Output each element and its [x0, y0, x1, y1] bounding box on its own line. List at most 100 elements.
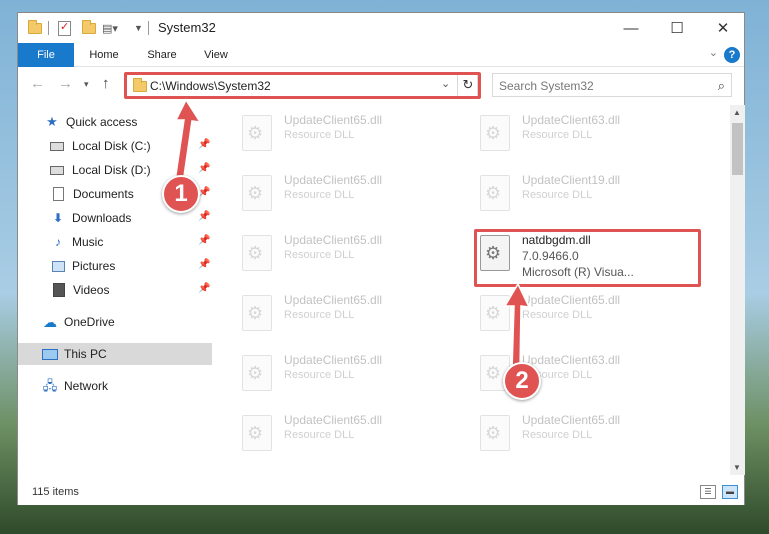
file-name: UpdateClient19.dll: [522, 173, 621, 187]
pin-icon[interactable]: 📌: [198, 259, 210, 270]
up-arrow-icon[interactable]: ↑: [102, 75, 110, 92]
tab-home[interactable]: Home: [80, 43, 128, 67]
dll-file-icon: [480, 415, 510, 451]
nav-this-pc[interactable]: This PC: [18, 343, 212, 365]
ribbon-tabs: File Home Share View ⌄ ?: [18, 43, 744, 67]
videos-icon: [53, 283, 65, 297]
close-button[interactable]: ✕: [700, 13, 746, 43]
dll-file-icon: [242, 115, 272, 151]
file-name: UpdateClient63.dll: [522, 353, 621, 367]
separator: [48, 19, 49, 37]
status-bar: 115 items ☰ ▬: [18, 481, 744, 505]
file-name: UpdateClient65.dll: [284, 413, 383, 427]
nav-item-local-disk-c[interactable]: Local Disk (C:): [50, 135, 212, 157]
recent-locations-icon[interactable]: ▾: [84, 79, 89, 90]
nav-label: Documents: [73, 187, 134, 201]
pin-icon[interactable]: 📌: [198, 211, 210, 222]
drive-icon: [50, 141, 64, 151]
file-name: UpdateClient65.dll: [522, 293, 621, 307]
pin-icon[interactable]: 📌: [198, 163, 210, 174]
file-explorer-window: ▤▾ ▼ System32 — ☐ ✕ File Home Share View…: [17, 12, 745, 505]
nav-label: Pictures: [72, 259, 116, 273]
file-item[interactable]: UpdateClient65.dll Resource DLL: [476, 289, 706, 339]
file-item[interactable]: UpdateClient65.dll Resource DLL: [238, 109, 468, 159]
scrollbar-thumb[interactable]: [732, 123, 743, 175]
nav-item-music[interactable]: ♪ Music: [50, 231, 212, 253]
file-type: Resource DLL: [284, 189, 355, 201]
star-icon: ★: [46, 114, 58, 129]
help-icon[interactable]: ?: [724, 47, 740, 63]
pin-icon[interactable]: 📌: [198, 283, 210, 294]
item-count: 115 items: [32, 486, 79, 498]
network-icon: 🖧: [42, 378, 58, 393]
back-arrow-icon[interactable]: ←: [30, 75, 45, 92]
nav-onedrive[interactable]: ☁ OneDrive: [42, 311, 212, 333]
nav-label: Local Disk (C:): [72, 139, 151, 153]
nav-label: Downloads: [72, 211, 132, 225]
pin-icon[interactable]: 📌: [198, 139, 210, 150]
nav-label: Music: [72, 235, 104, 249]
file-name: UpdateClient65.dll: [284, 293, 383, 307]
tab-file[interactable]: File: [18, 43, 74, 67]
details-view-icon[interactable]: ☰: [700, 485, 716, 499]
tab-view[interactable]: View: [194, 43, 238, 67]
search-icon[interactable]: ⌕: [718, 78, 725, 94]
nav-item-videos[interactable]: Videos: [50, 279, 212, 301]
toolbar-dropdown-icon[interactable]: ▼: [134, 19, 143, 37]
file-item[interactable]: UpdateClient65.dll Resource DLL: [238, 289, 468, 339]
new-folder-icon[interactable]: [82, 19, 96, 37]
documents-icon: [53, 187, 64, 201]
callout-badge-2: 2: [503, 362, 541, 400]
file-type: Resource DLL: [522, 309, 593, 321]
vertical-scrollbar[interactable]: ▲ ▼: [730, 105, 745, 475]
file-list: UpdateClient65.dll Resource DLL UpdateCl…: [214, 105, 730, 475]
file-type: Resource DLL: [522, 129, 593, 141]
dll-file-icon: [242, 295, 272, 331]
search-placeholder: Search System32: [499, 79, 594, 93]
file-item[interactable]: UpdateClient65.dll Resource DLL: [238, 229, 468, 279]
nav-item-pictures[interactable]: Pictures: [50, 255, 212, 277]
downloads-icon: ⬇: [52, 211, 64, 225]
nav-label: This PC: [64, 347, 107, 361]
forward-arrow-icon[interactable]: →: [58, 75, 73, 92]
nav-network[interactable]: 🖧 Network: [42, 375, 212, 397]
expand-ribbon-icon[interactable]: ⌄: [709, 46, 718, 59]
file-name: UpdateClient65.dll: [522, 413, 621, 427]
file-item[interactable]: UpdateClient19.dll Resource DLL: [476, 169, 706, 219]
computer-icon: [42, 348, 58, 360]
cloud-icon: ☁: [43, 314, 57, 330]
file-item[interactable]: UpdateClient65.dll Resource DLL: [476, 409, 706, 459]
minimize-button[interactable]: —: [608, 13, 654, 43]
dll-file-icon: [242, 235, 272, 271]
nav-label: Network: [64, 379, 109, 393]
file-type: Resource DLL: [522, 429, 593, 441]
dll-file-icon: [480, 115, 510, 151]
customize-toolbar-icon[interactable]: ▤▾: [102, 19, 118, 37]
navigation-pane: ★ Quick access Local Disk (C:) 📌 Local D…: [18, 105, 212, 475]
search-input[interactable]: Search System32 ⌕: [492, 73, 732, 97]
file-item[interactable]: UpdateClient65.dll Resource DLL: [238, 349, 468, 399]
scroll-down-icon[interactable]: ▼: [733, 463, 741, 472]
tab-share[interactable]: Share: [138, 43, 186, 67]
file-item[interactable]: UpdateClient65.dll Resource DLL: [238, 169, 468, 219]
maximize-button[interactable]: ☐: [654, 13, 700, 43]
file-item[interactable]: UpdateClient63.dll Resource DLL: [476, 109, 706, 159]
file-item[interactable]: UpdateClient65.dll Resource DLL: [238, 409, 468, 459]
file-type: Resource DLL: [284, 129, 355, 141]
file-type: Resource DLL: [284, 249, 355, 261]
pin-icon[interactable]: 📌: [198, 235, 210, 246]
nav-label: OneDrive: [64, 315, 115, 329]
nav-label: Local Disk (D:): [72, 163, 151, 177]
dll-file-icon: [480, 295, 510, 331]
callout-badge-1: 1: [162, 175, 200, 213]
dll-file-icon: [242, 355, 272, 391]
properties-icon[interactable]: [58, 19, 71, 37]
dll-file-icon: [480, 175, 510, 211]
drive-icon: [50, 165, 64, 175]
address-bar-highlight: [124, 72, 481, 99]
folder-icon: [28, 19, 42, 37]
tiles-view-icon[interactable]: ▬: [722, 485, 738, 499]
nav-label: Quick access: [66, 115, 138, 129]
scroll-up-icon[interactable]: ▲: [733, 108, 741, 117]
nav-quick-access[interactable]: ★ Quick access: [44, 111, 212, 133]
